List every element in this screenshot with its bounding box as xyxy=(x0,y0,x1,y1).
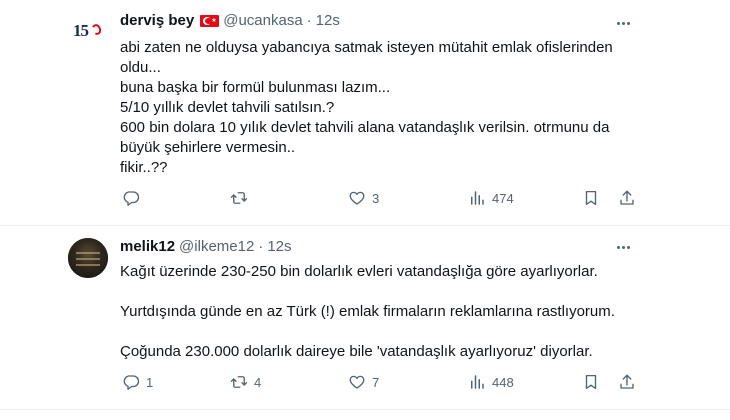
tweet-text-line: oldu... xyxy=(120,59,161,76)
avatar-logo-text: 15 xyxy=(73,21,89,40)
views-button[interactable]: 474 xyxy=(468,189,514,207)
more-icon[interactable] xyxy=(612,14,634,32)
retweet-button[interactable] xyxy=(230,189,254,207)
like-count: 3 xyxy=(372,190,380,206)
tweet-actions: 1 4 7 448 xyxy=(120,373,640,393)
avatar-detail xyxy=(76,258,100,260)
tweet-actions: 3 474 xyxy=(120,189,640,209)
retweet-icon xyxy=(230,376,248,388)
timestamp[interactable]: 12s xyxy=(316,12,340,29)
reply-button[interactable] xyxy=(122,189,146,207)
retweet-count: 4 xyxy=(254,374,262,390)
like-button[interactable]: 7 xyxy=(348,373,379,391)
display-name[interactable]: derviş bey xyxy=(120,12,194,29)
like-button[interactable]: 3 xyxy=(348,189,379,207)
tweet-text-line: buna başka bir formül bulunması lazım... xyxy=(120,79,391,96)
share-icon xyxy=(620,190,634,205)
tweet-header: derviş bey ★ @ucankasa · 12s xyxy=(120,12,340,29)
bookmark-button[interactable] xyxy=(582,189,600,207)
avatar[interactable]: 15 xyxy=(68,10,108,50)
tweet-paragraph: Kağıt üzerinde 230-250 bin dolarlık evle… xyxy=(120,263,598,280)
username[interactable]: @ilkeme12 xyxy=(179,238,254,255)
tweet[interactable]: Kağıt üzerinde 230-250 bin dolarlık evle… xyxy=(0,226,730,410)
display-name[interactable]: melik12 xyxy=(120,238,175,255)
like-icon xyxy=(349,375,365,389)
bookmark-icon xyxy=(585,374,597,390)
separator-dot: · xyxy=(258,238,264,255)
avatar-logo: 15 xyxy=(73,20,103,40)
tweet-paragraph: Yurtdışında günde en az Türk (!) emlak f… xyxy=(120,303,615,320)
share-icon xyxy=(620,374,634,389)
timestamp[interactable]: 12s xyxy=(267,238,291,255)
tweet-text: abi zaten ne olduysa yabancıya satmak is… xyxy=(120,38,650,178)
tweet-text-line: 5/10 yıllık devlet tahvili satılsın.? xyxy=(120,99,335,116)
tweet-text: Kağıt üzerinde 230-250 bin dolarlık evle… xyxy=(120,262,650,362)
avatar[interactable] xyxy=(68,238,108,278)
tweet-text-line: abi zaten ne olduysa yabancıya satmak is… xyxy=(120,39,613,56)
reply-icon xyxy=(123,375,140,390)
like-count: 7 xyxy=(372,374,380,390)
tweet-paragraph: Çoğunda 230.000 dolarlık daireye bile 'v… xyxy=(120,343,593,360)
tweet-text-line: büyük şehirlere vermesin.. xyxy=(120,139,296,156)
avatar-detail xyxy=(76,252,100,254)
view-count: 474 xyxy=(492,190,514,206)
views-button[interactable]: 448 xyxy=(468,373,514,391)
turkey-flag-icon: ★ xyxy=(200,14,220,27)
views-icon xyxy=(471,375,484,389)
view-count: 448 xyxy=(492,374,514,390)
share-button[interactable] xyxy=(618,373,636,391)
bookmark-button[interactable] xyxy=(582,373,600,391)
share-button[interactable] xyxy=(618,189,636,207)
avatar-detail xyxy=(76,264,100,266)
retweet-icon xyxy=(230,192,248,204)
more-icon[interactable] xyxy=(612,238,634,256)
tweet-header: melik12 @ilkeme12 · 12s xyxy=(120,238,292,255)
bookmark-icon xyxy=(585,190,597,206)
tweet-text-line: fikir..?? xyxy=(120,159,168,176)
reply-button[interactable]: 1 xyxy=(122,373,153,391)
retweet-button[interactable]: 4 xyxy=(230,373,261,391)
username[interactable]: @ucankasa xyxy=(223,12,302,29)
tweet-text-line: 600 bin dolara 10 yılık devlet tahvili a… xyxy=(120,119,610,136)
tweet[interactable]: 15 derviş bey ★ @ucankasa · 12s abi zate… xyxy=(0,0,730,226)
separator-dot: · xyxy=(306,12,312,29)
views-icon xyxy=(471,191,484,205)
reply-count: 1 xyxy=(146,374,154,390)
reply-icon xyxy=(123,191,140,206)
like-icon xyxy=(349,191,365,205)
avatar-logo-crescent xyxy=(90,22,103,37)
